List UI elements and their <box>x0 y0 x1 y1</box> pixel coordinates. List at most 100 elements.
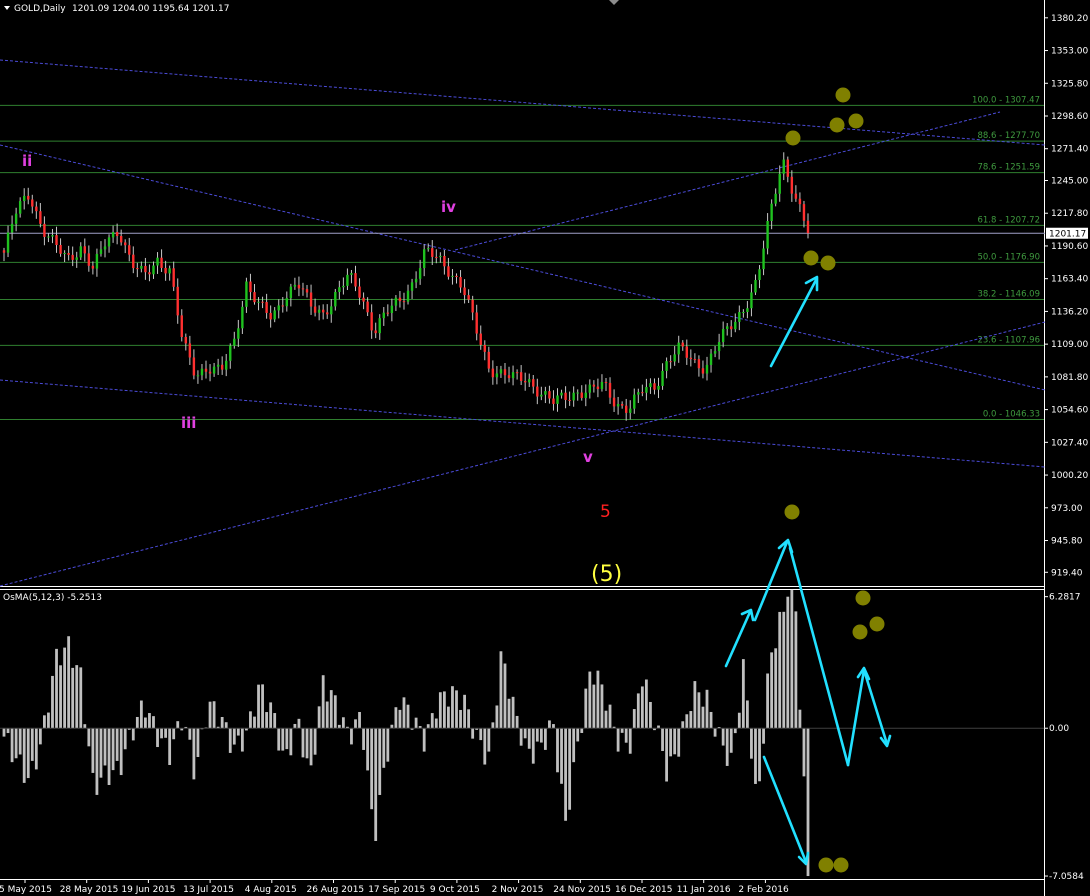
osma-bar <box>240 728 244 752</box>
osma-bar <box>366 728 370 771</box>
osma-bar <box>495 705 499 729</box>
candle-body <box>685 346 688 358</box>
osma-bar <box>539 728 543 743</box>
osma-bar <box>277 728 281 751</box>
candle-body <box>362 297 365 302</box>
candle-body <box>87 253 91 266</box>
candle-body <box>709 353 713 365</box>
osma-bar <box>677 728 681 757</box>
trendline-middle <box>0 144 1046 391</box>
osma-bar <box>123 728 127 750</box>
trendlines <box>0 59 1046 587</box>
trendline-channel-top <box>454 111 1001 251</box>
osma-bar <box>71 667 75 729</box>
marker <box>833 857 849 873</box>
osma-bar <box>721 728 725 746</box>
osma-bar <box>333 695 337 729</box>
price-tick-label: 1380.20 <box>1051 14 1088 24</box>
osma-bar <box>354 719 357 729</box>
candle-body <box>447 266 450 277</box>
time-tick-label: 13 Jul 2015 <box>183 885 234 895</box>
gold-daily-chart[interactable]: GOLD,Daily 1201.09 1204.00 1195.64 1201.… <box>0 0 1090 896</box>
candle-body <box>386 312 390 314</box>
candle-body <box>208 371 212 374</box>
osma-bar <box>160 728 163 739</box>
candle-body <box>439 255 442 258</box>
candle-body <box>111 232 115 238</box>
osma-bar <box>624 728 628 743</box>
osma-bar <box>51 675 54 729</box>
osma-bar <box>59 665 62 729</box>
candle-body <box>67 252 70 255</box>
candle-body <box>495 373 499 378</box>
osma-bar <box>6 728 10 734</box>
osma-bar <box>531 728 535 764</box>
candle-body <box>612 397 616 407</box>
marker <box>869 616 885 632</box>
time-tick-label: 26 Aug 2015 <box>307 885 365 895</box>
osma-bar <box>725 728 729 766</box>
osma-bar <box>430 713 434 729</box>
osma-bar <box>26 728 30 779</box>
osma-bar <box>535 728 539 742</box>
candle-body <box>629 408 632 413</box>
osma-bar <box>188 728 192 740</box>
price-tick-label: 1190.60 <box>1051 242 1088 252</box>
osma-bar <box>673 728 677 755</box>
candle-body <box>107 237 111 247</box>
osma-bar <box>119 728 123 776</box>
candle-body <box>269 312 272 320</box>
osma-bar <box>507 698 511 729</box>
osma-bar <box>479 728 483 741</box>
osma-bar <box>131 728 135 741</box>
candle-body <box>71 254 74 260</box>
osma-bar <box>301 728 305 758</box>
dropdown-triangle-icon[interactable] <box>4 6 10 10</box>
marker <box>785 130 801 146</box>
osma-bar <box>548 720 551 729</box>
price-tick-label: 973.00 <box>1051 504 1083 514</box>
symbol-label: GOLD,Daily <box>14 4 66 14</box>
candle-body <box>39 211 42 224</box>
osma-bar <box>729 728 733 753</box>
candle-body <box>427 248 430 250</box>
candle-body <box>641 392 644 394</box>
candle-body <box>23 195 26 202</box>
price-tick-label: 1245.00 <box>1051 176 1088 186</box>
price-tick-label: 1163.40 <box>1051 275 1088 285</box>
osma-bar <box>628 728 632 754</box>
candle-body <box>115 232 119 237</box>
osma-bar <box>236 728 240 736</box>
scroll-marker-icon[interactable] <box>609 0 619 5</box>
osma-bar <box>786 596 790 729</box>
candle-body <box>410 282 414 291</box>
candle-body <box>431 248 434 257</box>
candle-body <box>119 236 123 243</box>
osma-bar <box>442 691 446 729</box>
osma-bar <box>584 688 588 729</box>
candle-body <box>285 298 289 307</box>
candle-body <box>689 357 693 360</box>
arrow-osma-up <box>846 668 866 767</box>
chart-canvas[interactable]: GOLD,Daily 1201.09 1204.00 1195.64 1201.… <box>0 0 1090 896</box>
candles <box>2 152 810 421</box>
candle-body <box>233 338 236 346</box>
candle-body <box>507 375 511 379</box>
candle-body <box>14 213 18 224</box>
candle-body <box>402 301 406 303</box>
candle-body <box>132 254 135 269</box>
osma-tick-label: 0.00 <box>1049 724 1069 734</box>
price-tick-label: 1027.40 <box>1051 438 1088 448</box>
candle-body <box>79 246 82 258</box>
candle-body <box>188 343 192 358</box>
candle-body <box>798 198 802 205</box>
time-tick-label: 5 May 2015 <box>0 885 52 895</box>
arrow-osma-low <box>762 755 808 864</box>
osma-bar <box>543 728 547 750</box>
fibonacci-levels: 100.0 - 1307.47 88.6 - 1277.70 78.6 - 1251… <box>0 95 1044 421</box>
wave-label-paren-5: (5) <box>591 562 622 587</box>
osma-bar <box>640 686 644 729</box>
price-tick-label: 1109.00 <box>1051 340 1088 350</box>
osma-bar <box>18 728 22 755</box>
osma-bar <box>321 675 325 729</box>
